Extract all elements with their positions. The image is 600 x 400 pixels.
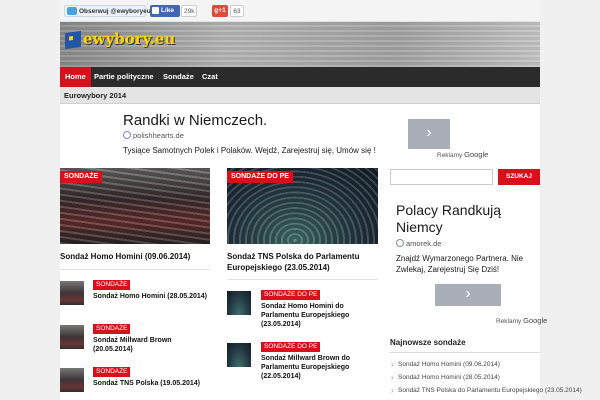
logo-cube-icon bbox=[65, 30, 81, 50]
google-logo: Google bbox=[464, 150, 489, 159]
latest-poll-link[interactable]: Sondaż TNS Polska do Parlamentu Europejs… bbox=[390, 386, 582, 395]
twitter-follow-button[interactable]: Obserwuj @ewyboryeu bbox=[64, 5, 151, 17]
post-category-label[interactable]: SONDAŻE DO PE bbox=[261, 290, 321, 300]
ad-side-url-text: amorek.de bbox=[406, 239, 442, 248]
post-thumbnail[interactable] bbox=[227, 291, 251, 315]
sondaze-feature-headline[interactable]: Sondaż Homo Homini (09.06.2014) bbox=[60, 251, 215, 262]
ad-top-attribution: Reklamy Google bbox=[437, 150, 488, 159]
facebook-like-button[interactable]: Like bbox=[150, 5, 180, 17]
ad-side-title[interactable]: Polacy Randkują Niemcy bbox=[396, 202, 536, 236]
post-title[interactable]: Sondaż Millward Brown do Parlamentu Euro… bbox=[261, 354, 379, 381]
divider bbox=[60, 269, 210, 270]
post-category-label[interactable]: SONDAŻE bbox=[93, 280, 131, 290]
ad-top-url[interactable]: polishhearts.de bbox=[123, 131, 184, 140]
nav-item-sondaze[interactable]: Sondaże bbox=[158, 67, 199, 87]
ad-top-title[interactable]: Randki w Niemczech. bbox=[123, 112, 267, 129]
post-title[interactable]: Sondaż Homo Homini (28.05.2014) bbox=[93, 292, 208, 301]
post-title[interactable]: Sondaż Millward Brown (20.05.2014) bbox=[93, 336, 208, 354]
ad-side-attribution: Reklamy Google bbox=[496, 316, 547, 325]
social-bar: Obserwuj @ewyboryeu Like 29k g+1 63 bbox=[60, 0, 540, 22]
post-title[interactable]: Sondaż TNS Polska (19.05.2014) bbox=[93, 379, 208, 388]
post-category-label[interactable]: SONDAŻE bbox=[93, 324, 131, 334]
twitter-icon bbox=[67, 7, 77, 15]
main-nav: Home Partie polityczne Sondaże Czat bbox=[60, 67, 540, 87]
search-input[interactable] bbox=[390, 169, 493, 185]
gplus-button[interactable]: g+1 bbox=[212, 5, 228, 17]
sondaze-do-pe-category-label[interactable]: SONDAŻE DO PE bbox=[227, 171, 293, 183]
google-logo: Google bbox=[523, 316, 548, 325]
post-title[interactable]: Sondaż Homo Homini do Parlamentu Europej… bbox=[261, 302, 379, 329]
post-thumbnail[interactable] bbox=[60, 368, 84, 392]
sondaze-do-pe-feature-headline[interactable]: Sondaż TNS Polska do Parlamentu Europejs… bbox=[227, 251, 382, 273]
facebook-icon bbox=[152, 7, 159, 14]
post-thumbnail[interactable] bbox=[60, 281, 84, 305]
nav-item-home[interactable]: Home bbox=[60, 67, 91, 87]
gplus-count: 63 bbox=[230, 5, 244, 17]
site-header: ewybory.eu bbox=[60, 22, 540, 67]
search-button[interactable]: SZUKAJ bbox=[498, 169, 540, 185]
chevron-right-icon: › bbox=[426, 124, 432, 141]
sondaze-category-label[interactable]: SONDAŻE bbox=[60, 171, 103, 183]
globe-icon bbox=[123, 131, 131, 139]
ad-side-description: Znajdź Wymarzonego Partnera. Nie Zwlekaj… bbox=[396, 254, 524, 274]
globe-icon bbox=[396, 239, 404, 247]
twitter-follow-label: Obserwuj @ewyboryeu bbox=[79, 8, 151, 15]
ad-top-reklamy: Reklamy bbox=[437, 152, 463, 159]
latest-poll-link[interactable]: Sondaż Homo Homini (09.06.2014) bbox=[390, 360, 500, 369]
ad-top-description: Tysiące Samotnych Polek i Polaków. Wejdź… bbox=[123, 146, 376, 155]
sub-nav-item-eurowybory[interactable]: Eurowybory 2014 bbox=[64, 91, 126, 100]
nav-item-czat[interactable]: Czat bbox=[197, 67, 223, 87]
facebook-like-label: Like bbox=[161, 7, 175, 14]
ad-side-arrow-button[interactable]: › bbox=[435, 284, 501, 306]
divider bbox=[227, 279, 378, 280]
latest-polls-heading: Najnowsze sondaże bbox=[390, 338, 540, 353]
sub-nav: Eurowybory 2014 bbox=[60, 87, 540, 104]
ad-top-url-text: polishhearts.de bbox=[133, 131, 184, 140]
logo-text: ewybory.eu bbox=[83, 30, 176, 48]
chevron-right-icon: › bbox=[465, 285, 471, 302]
facebook-like-count: 29k bbox=[181, 5, 197, 17]
post-category-label[interactable]: SONDAŻE DO PE bbox=[261, 342, 321, 352]
ad-side-url[interactable]: amorek.de bbox=[396, 239, 441, 248]
nav-item-partie-polityczne[interactable]: Partie polityczne bbox=[89, 67, 159, 87]
post-category-label[interactable]: SONDAŻE bbox=[93, 367, 131, 377]
page: Obserwuj @ewyboryeu Like 29k g+1 63 ewyb… bbox=[60, 0, 582, 400]
post-thumbnail[interactable] bbox=[227, 343, 251, 367]
latest-poll-link[interactable]: Sondaż Homo Homini (28.05.2014) bbox=[390, 373, 500, 382]
ad-side-reklamy: Reklamy bbox=[496, 318, 522, 325]
post-thumbnail[interactable] bbox=[60, 325, 84, 349]
ad-top-arrow-button[interactable]: › bbox=[408, 119, 450, 149]
